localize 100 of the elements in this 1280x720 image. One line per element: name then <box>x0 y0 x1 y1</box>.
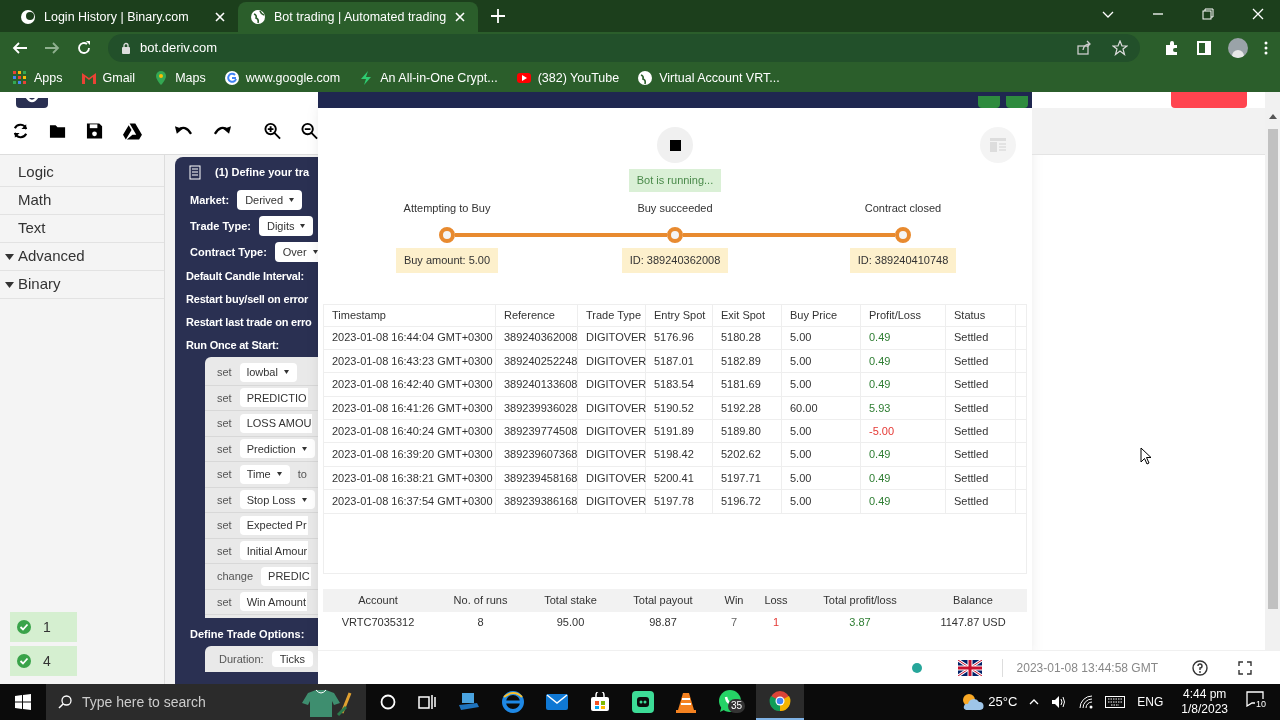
side-panel-icon[interactable] <box>1196 40 1212 56</box>
table-cell: DIGITOVER <box>578 443 646 466</box>
caret-icon <box>312 250 318 254</box>
table-cell: 389239936028 <box>496 396 578 420</box>
triangle-icon <box>5 253 14 260</box>
table-cell: 5197.78 <box>646 490 713 513</box>
scrollbar[interactable] <box>1265 92 1280 650</box>
keyword-label: set <box>217 518 232 533</box>
bookmark[interactable]: Virtual Account VRT... <box>637 68 780 88</box>
bookmark[interactable]: Apps <box>12 68 63 88</box>
check-icon <box>17 620 31 634</box>
variable-dropdown[interactable]: PREDIC <box>261 566 311 586</box>
clock[interactable]: 4:44 pm 1/8/2023 <box>1175 687 1234 717</box>
store-icon[interactable] <box>590 692 610 712</box>
counter-badge[interactable]: 1 <box>10 612 77 642</box>
notification-icon[interactable] <box>1246 691 1264 707</box>
forward-icon[interactable] <box>44 40 60 56</box>
puzzle-icon[interactable] <box>1164 40 1180 56</box>
category-item[interactable]: Logic <box>0 159 164 187</box>
mail-icon[interactable] <box>546 694 568 710</box>
table-cell: DIGITOVER <box>578 349 646 373</box>
table-cell: 0.49 <box>861 373 946 396</box>
bookmark[interactable]: An All-in-One Crypt... <box>358 68 498 88</box>
bookmark[interactable]: Maps <box>153 68 206 88</box>
variable-dropdown[interactable]: Expected Pr <box>239 515 308 535</box>
dropdown[interactable]: Digits <box>258 216 314 236</box>
new-tab-icon[interactable] <box>490 8 506 24</box>
variable-dropdown[interactable]: lowbal <box>239 362 297 382</box>
address-bar[interactable]: bot.deriv.com <box>108 34 1140 62</box>
counter-badge[interactable]: 4 <box>10 646 77 676</box>
column-header: Total stake <box>544 592 597 608</box>
menu-icon[interactable] <box>1264 40 1268 56</box>
bookmark[interactable]: (382) YouTube <box>515 68 620 88</box>
robot-icon[interactable] <box>632 691 654 713</box>
column-header: No. of runs <box>453 592 508 608</box>
help-icon[interactable] <box>1192 659 1208 676</box>
option-label: Default Candle Interval: <box>186 269 306 285</box>
scrollbar-thumb[interactable] <box>1267 129 1278 609</box>
variable-dropdown[interactable]: Stop Loss <box>239 490 315 510</box>
dropdown[interactable]: Over <box>274 242 318 262</box>
table-cell: 2023-01-08 16:38:21 GMT+0300 <box>324 466 496 490</box>
share-icon[interactable] <box>1076 40 1092 56</box>
keyword-label: change <box>217 569 254 584</box>
language-indicator[interactable]: ENG <box>1137 693 1164 711</box>
star-icon[interactable] <box>1112 40 1128 56</box>
stop-button[interactable] <box>657 127 693 163</box>
reload-icon[interactable] <box>76 40 92 56</box>
task-view-icon[interactable] <box>418 694 436 710</box>
chevron-up-icon[interactable] <box>1029 699 1040 705</box>
restore-icon[interactable] <box>1202 8 1214 20</box>
bookmark[interactable]: www.google.com <box>223 68 341 88</box>
variable-dropdown[interactable]: Win Amount <box>239 592 307 612</box>
table-cell: 5189.80 <box>713 420 782 443</box>
search-icon <box>58 695 72 709</box>
avatar[interactable] <box>1228 38 1248 58</box>
logo-icon[interactable] <box>16 98 48 108</box>
close-icon[interactable] <box>214 11 226 23</box>
drive-icon[interactable] <box>123 122 143 140</box>
folder-icon[interactable] <box>49 122 67 140</box>
category-item[interactable]: Binary <box>0 271 164 299</box>
cone-icon[interactable] <box>676 691 696 713</box>
computer-icon[interactable] <box>458 692 480 712</box>
save-icon[interactable] <box>86 122 104 140</box>
caret-icon <box>301 497 307 502</box>
variable-dropdown[interactable]: LOSS AMOU <box>239 413 313 433</box>
table-cell: DIGITOVER <box>578 373 646 396</box>
table-cell: 5187.01 <box>646 349 713 373</box>
volume-icon[interactable] <box>1051 695 1068 709</box>
flag-icon[interactable] <box>957 659 982 676</box>
reset-icon[interactable] <box>12 122 30 140</box>
zoom-out-icon[interactable] <box>301 122 318 140</box>
zoom-in-icon[interactable] <box>263 122 281 140</box>
variable-dropdown[interactable]: PREDICTIO <box>239 388 308 408</box>
windows-icon[interactable] <box>15 694 31 710</box>
category-item[interactable]: Advanced <box>0 243 164 271</box>
browser-tab[interactable]: Login History | Binary.com <box>8 2 238 32</box>
search-input[interactable]: Type here to search <box>82 691 288 713</box>
weather-icon[interactable] <box>960 692 985 712</box>
fullscreen-icon[interactable] <box>1238 660 1252 675</box>
back-icon[interactable] <box>12 40 28 56</box>
browser-e-icon[interactable] <box>502 691 524 713</box>
category-item[interactable]: Text <box>0 215 164 243</box>
circle-icon[interactable] <box>380 694 396 710</box>
variable-dropdown[interactable]: Initial Amour <box>239 541 309 561</box>
browser-tab[interactable]: Bot trading | Automated trading <box>238 2 478 32</box>
dropdown[interactable]: Ticks <box>271 650 313 668</box>
table-cell: 0.49 <box>861 490 946 513</box>
variable-dropdown[interactable]: Prediction <box>239 439 315 459</box>
bookmark[interactable]: Gmail <box>80 68 136 88</box>
close-icon[interactable] <box>1252 8 1264 20</box>
variable-dropdown[interactable]: Time <box>239 464 290 484</box>
wifi-icon[interactable] <box>1079 695 1094 709</box>
keyboard-icon[interactable] <box>1105 696 1126 708</box>
table-cell: 2023-01-08 16:43:23 GMT+0300 <box>324 349 496 373</box>
dropdown[interactable]: Derived <box>237 190 303 210</box>
scroll-up-icon[interactable] <box>1268 114 1277 119</box>
taskbar-app[interactable] <box>756 684 804 720</box>
category-item[interactable]: Math <box>0 187 164 215</box>
search-field[interactable]: Type here to search <box>46 684 366 720</box>
close-icon[interactable] <box>454 11 466 23</box>
